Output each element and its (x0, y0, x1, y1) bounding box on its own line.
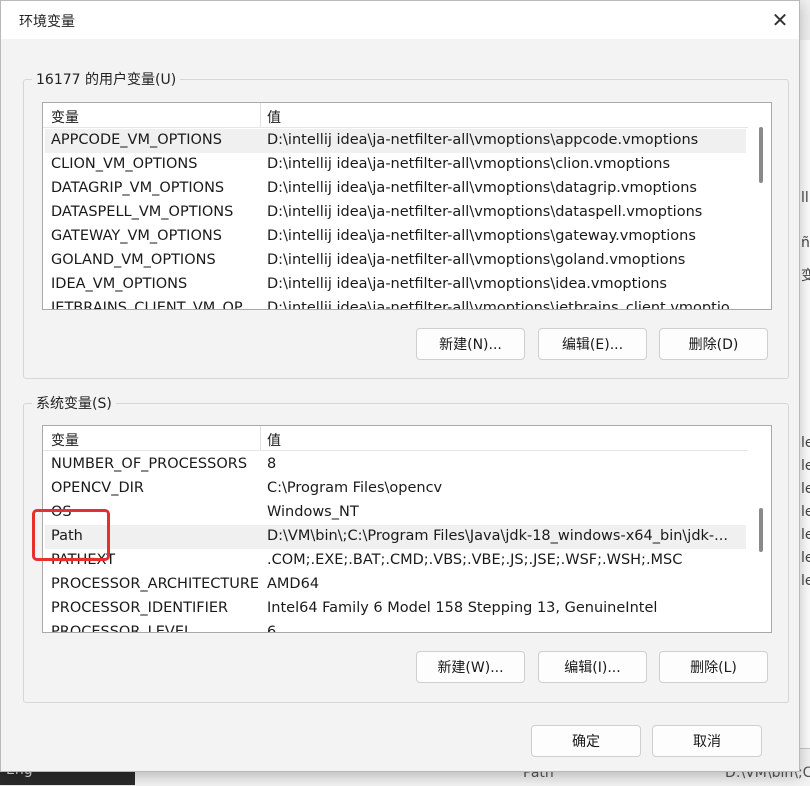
table-row-path-selected[interactable]: Path D:\VM\bin\;C:\Program Files\Java\jdk… (45, 525, 746, 549)
window-title: 环境变量 (19, 14, 75, 30)
cancel-button[interactable]: 取消 (652, 725, 762, 757)
ok-button[interactable]: 确定 (531, 725, 641, 757)
column-header-value[interactable]: 值 (267, 107, 281, 127)
table-row[interactable]: CLION_VM_OPTIONS D:\intellij idea\ja-netf… (45, 153, 746, 177)
column-header-name[interactable]: 变量 (51, 107, 79, 127)
scrollbar-thumb[interactable] (759, 508, 763, 552)
column-header-name[interactable]: 变量 (51, 430, 79, 450)
system-list-header: 变量 值 (43, 426, 748, 451)
table-row[interactable]: OPENCV_DIR C:\Program Files\opencv (45, 477, 746, 501)
user-new-button[interactable]: 新建(N)... (416, 328, 525, 360)
system-variables-list[interactable]: 变量 值 NUMBER_OF_PROCESSORS 8 OPENCV_DIR C:\… (42, 425, 772, 633)
table-row[interactable]: OS Windows_NT (45, 501, 746, 525)
system-edit-button[interactable]: 编辑(I)... (538, 651, 647, 683)
table-row[interactable]: PATHEXT .COM;.EXE;.BAT;.CMD;.VBS;.VBE;.JS… (45, 549, 746, 573)
table-row[interactable]: GOLAND_VM_OPTIONS D:\intellij idea\ja-net… (45, 249, 746, 273)
close-button[interactable]: ✕ (763, 5, 797, 35)
system-variables-group: 系统变量(S) 变量 值 NUMBER_OF_PROCESSORS 8 OPENC… (23, 393, 789, 703)
table-row[interactable]: IDEA_VM_OPTIONS D:\intellij idea\ja-netfi… (45, 273, 746, 297)
user-list-header: 变量 值 (43, 103, 748, 128)
user-variables-group: 16177 的用户变量(U) 变量 值 APPCODE_VM_OPTIONS D:… (23, 69, 789, 379)
system-list-scrollbar[interactable] (751, 426, 771, 632)
column-header-value[interactable]: 值 (267, 430, 281, 450)
system-new-button[interactable]: 新建(W)... (416, 651, 525, 683)
table-row[interactable]: PROCESSOR_LEVEL 6 (45, 621, 746, 632)
environment-variables-dialog: 环境变量 ✕ 16177 的用户变量(U) 变量 值 APPCODE_VM_OP… (0, 0, 800, 772)
system-variables-label: 系统变量(S) (32, 393, 116, 413)
user-delete-button[interactable]: 删除(D) (659, 328, 768, 360)
system-delete-button[interactable]: 删除(L) (659, 651, 768, 683)
table-row[interactable]: PROCESSOR_IDENTIFIER Intel64 Family 6 Mod… (45, 597, 746, 621)
table-row[interactable]: GATEWAY_VM_OPTIONS D:\intellij idea\ja-ne… (45, 225, 746, 249)
close-icon: ✕ (771, 8, 789, 32)
scrollbar-thumb[interactable] (759, 127, 763, 183)
user-variables-label: 16177 的用户变量(U) (32, 69, 181, 89)
title-bar: 环境变量 ✕ (1, 1, 799, 39)
user-list-scrollbar[interactable] (751, 103, 771, 309)
table-row[interactable]: NUMBER_OF_PROCESSORS 8 (45, 453, 746, 477)
user-edit-button[interactable]: 编辑(E)... (538, 328, 647, 360)
table-row[interactable]: JETBRAINS_CLIENT_VM_OP... D:\intellij ide… (45, 297, 746, 309)
table-row[interactable]: PROCESSOR_ARCHITECTURE AMD64 (45, 573, 746, 597)
table-row[interactable]: DATAGRIP_VM_OPTIONS D:\intellij idea\ja-n… (45, 177, 746, 201)
table-row[interactable]: DATASPELL_VM_OPTIONS D:\intellij idea\ja-… (45, 201, 746, 225)
user-variables-list[interactable]: 变量 值 APPCODE_VM_OPTIONS D:\intellij idea\… (42, 102, 772, 310)
table-row[interactable]: APPCODE_VM_OPTIONS D:\intellij idea\ja-ne… (45, 129, 746, 153)
